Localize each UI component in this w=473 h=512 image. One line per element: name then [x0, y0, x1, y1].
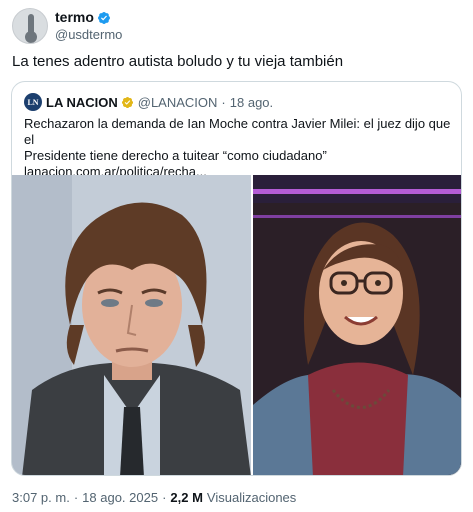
quoted-avatar[interactable]: LN — [24, 93, 42, 111]
verified-badge-icon[interactable] — [97, 11, 111, 25]
views-label[interactable]: Visualizaciones — [207, 490, 296, 505]
media-photo-left[interactable] — [12, 175, 251, 475]
child-portrait-image — [253, 175, 461, 475]
display-name-row: termo — [55, 9, 122, 26]
author-handle[interactable]: @usdtermo — [55, 26, 122, 43]
quoted-handle[interactable]: @LANACION — [138, 95, 218, 110]
media-photo-right[interactable] — [253, 175, 461, 475]
quoted-display-name[interactable]: LA NACION — [46, 95, 118, 110]
quoted-header: LN LA NACION @LANACION · 18 ago. — [24, 93, 273, 111]
separator-dot: · — [73, 490, 79, 505]
tweet-meta-row: 3:07 p. m. · 18 ago. 2025 · 2,2 M Visual… — [12, 490, 296, 505]
author-display-name[interactable]: termo — [55, 9, 94, 26]
verified-org-badge-icon — [121, 96, 133, 108]
man-portrait-image — [12, 175, 251, 475]
tweet-time[interactable]: 3:07 p. m. — [12, 490, 70, 505]
tweet-date[interactable]: 18 ago. 2025 — [82, 490, 158, 505]
quoted-tweet-card[interactable]: LN LA NACION @LANACION · 18 ago. Rechaza… — [11, 81, 462, 476]
tweet-text: La tenes adentro autista boludo y tu vie… — [12, 53, 344, 70]
views-count: 2,2 M — [170, 490, 203, 505]
tweet-header: termo @usdtermo — [12, 8, 122, 44]
author-names: termo @usdtermo — [55, 9, 122, 43]
quoted-timestamp[interactable]: 18 ago. — [230, 95, 273, 110]
quoted-text-line: Rechazaron la demanda de Ian Moche contr… — [24, 116, 451, 147]
separator-dot: · — [221, 94, 226, 110]
author-avatar[interactable] — [12, 8, 48, 44]
media-grid — [12, 175, 461, 475]
separator-dot: · — [162, 490, 167, 505]
quoted-text: Rechazaron la demanda de Ian Moche contr… — [24, 116, 454, 180]
quoted-text-line: Presidente tiene derecho a tuitear “como… — [24, 148, 327, 163]
thermometer-bulb — [25, 31, 37, 43]
